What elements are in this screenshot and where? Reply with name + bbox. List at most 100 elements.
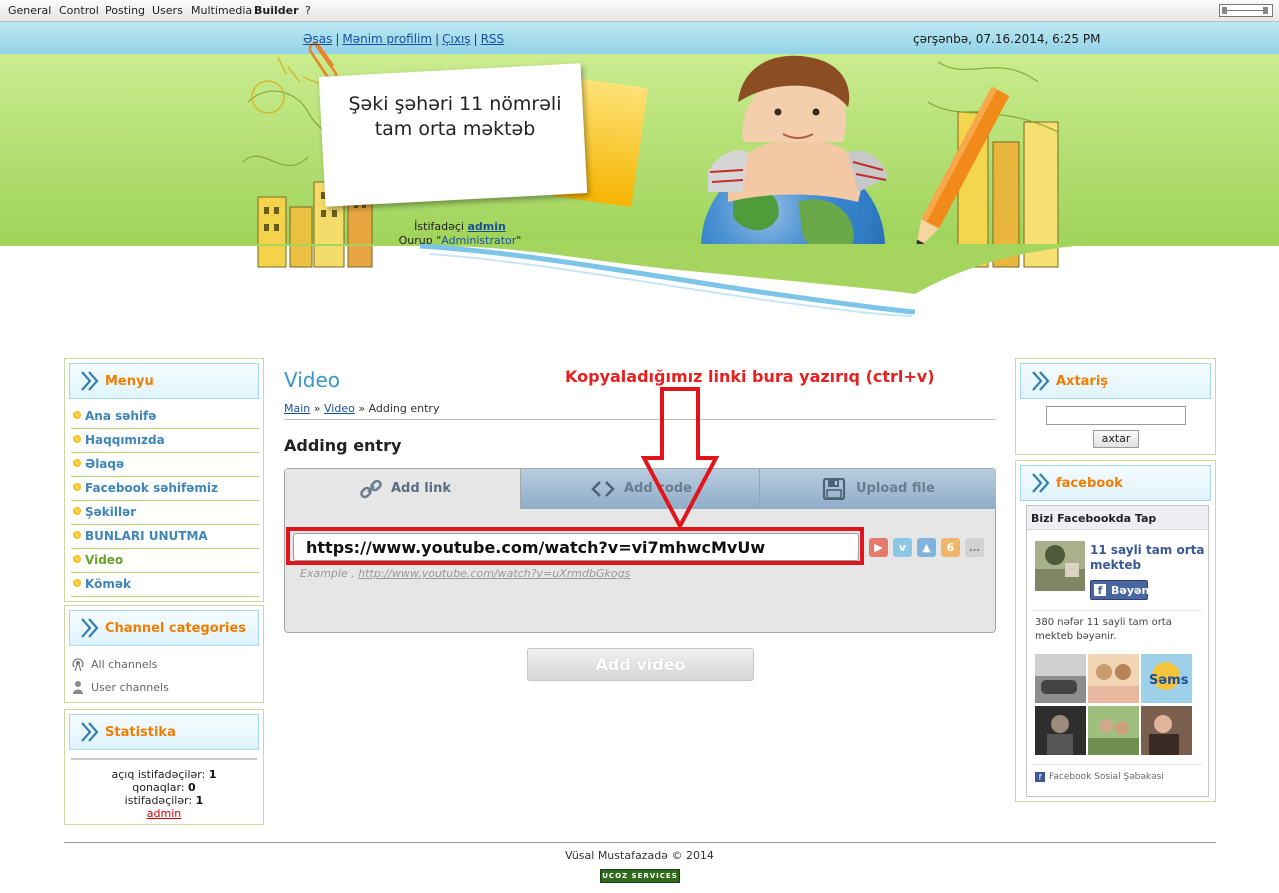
- menu-item-contact[interactable]: Əlaqə: [71, 453, 259, 477]
- bullet-icon: [73, 411, 81, 419]
- stat-users-label: istifadəçilər:: [124, 794, 193, 807]
- bullet-icon: [73, 555, 81, 563]
- breadcrumb-separator: »: [358, 402, 366, 415]
- ucoz-services-badge[interactable]: UCOZ SERVICES: [600, 869, 680, 883]
- breadcrumb-main-link[interactable]: Main: [284, 402, 310, 415]
- fan-photo[interactable]: [1141, 706, 1192, 755]
- fan-photo[interactable]: [1035, 654, 1086, 703]
- vimeo-icon[interactable]: v: [893, 538, 912, 557]
- bullet-icon: [73, 507, 81, 515]
- logout-link[interactable]: Çıxış: [442, 32, 470, 46]
- annotation-highlight-box: [286, 527, 864, 565]
- admin-menu-general[interactable]: General: [8, 4, 51, 17]
- menu-item-home[interactable]: Ana səhifə: [71, 405, 259, 429]
- my-profile-link[interactable]: Mənim profilim: [342, 32, 432, 46]
- stat-guests-value: 0: [188, 781, 196, 794]
- double-chevron-icon: [1032, 473, 1050, 493]
- tab-upload-file[interactable]: Upload file: [760, 469, 996, 509]
- fan-photo[interactable]: [1088, 654, 1139, 703]
- stats-divider: [71, 758, 257, 760]
- fb-like-button[interactable]: f Bəyən: [1090, 580, 1150, 600]
- menu-item-label: Şəkillər: [85, 505, 137, 519]
- breadcrumb-current: Adding entry: [368, 402, 440, 415]
- youtube-icon[interactable]: ▶: [869, 538, 888, 557]
- fb-divider: [1033, 764, 1202, 765]
- page-title: Video: [284, 368, 341, 392]
- admin-toolbar: General Control Posting Users Multimedia…: [0, 0, 1279, 22]
- url-example-prefix: Example ,: [300, 567, 355, 580]
- fb-footer[interactable]: f Facebook Sosial Şəbəkəsi: [1035, 772, 1164, 782]
- breadcrumb-video-link[interactable]: Video: [324, 402, 355, 415]
- menu-item-facebook[interactable]: Facebook səhifəmiz: [71, 477, 259, 501]
- channel-box-title: Channel categories: [105, 621, 247, 636]
- stat-guests-label: qonaqlar:: [132, 781, 185, 794]
- stats-box: Statistika açıq istifadəçilər: 1 qonaqla…: [64, 709, 264, 825]
- double-chevron-icon: [1032, 371, 1050, 391]
- annotation-arrow-icon: [640, 387, 720, 531]
- alarm-icon[interactable]: ▲: [917, 538, 936, 557]
- fb-divider: [1033, 610, 1202, 611]
- search-input[interactable]: [1046, 406, 1186, 425]
- more-icon[interactable]: …: [965, 538, 984, 557]
- menu-item-label: Video: [85, 553, 124, 567]
- channel-user-label: User channels: [91, 681, 169, 694]
- stats-box-title: Statistika: [105, 725, 176, 740]
- tab-add-link[interactable]: Add link: [285, 469, 521, 509]
- channel-all-label: All channels: [91, 658, 158, 671]
- header-date: çərşənbə, 07.16.2014, 6:25 PM: [913, 32, 1101, 46]
- search-box-header: Axtariş: [1020, 363, 1211, 399]
- menu-item-about[interactable]: Haqqımızda: [71, 429, 259, 453]
- double-chevron-icon: [81, 371, 99, 391]
- url-example-link[interactable]: http://www.youtube.com/watch?v=uXrmdbGko…: [358, 567, 630, 580]
- menu-item-dont-forget[interactable]: BUNLARI UNUTMA: [71, 525, 259, 549]
- fan-photo[interactable]: [1088, 706, 1139, 755]
- bullet-icon: [73, 579, 81, 587]
- admin-bar-toggle-icon[interactable]: [1219, 4, 1273, 17]
- admin-menu-builder[interactable]: Builder: [254, 4, 299, 17]
- fan-photo[interactable]: Səms: [1141, 654, 1192, 703]
- fan-photo[interactable]: [1035, 706, 1086, 755]
- fb-page-name[interactable]: 11 sayli tam orta mekteb: [1090, 543, 1208, 573]
- menu-item-video[interactable]: Video: [71, 549, 259, 573]
- rss-link[interactable]: RSS: [481, 32, 505, 46]
- menu-item-help[interactable]: Kömək: [71, 573, 259, 597]
- fb-widget-header: Bizi Facebookda Tap: [1027, 506, 1208, 530]
- breadcrumb-separator: »: [313, 402, 321, 415]
- stats-box-header: Statistika: [69, 714, 259, 750]
- code-icon: [591, 481, 615, 497]
- svg-text:Səms: Səms: [1149, 673, 1189, 688]
- admin-menu-posting[interactable]: Posting: [105, 4, 145, 17]
- admin-menu-help[interactable]: ?: [305, 4, 311, 17]
- search-button[interactable]: axtar: [1093, 430, 1139, 448]
- admin-menu-control[interactable]: Control: [59, 4, 99, 17]
- user-links: Əsas | Mənim profilim | Çıxış | RSS: [303, 32, 505, 46]
- channel-box-header: Channel categories: [69, 610, 259, 646]
- stat-open-users-label: açıq istifadəçilər:: [111, 768, 206, 781]
- stat-open-users-value: 1: [208, 768, 217, 781]
- broadcast-icon: [72, 658, 84, 671]
- menu-item-label: Kömək: [85, 577, 131, 591]
- header-wave: [0, 244, 1279, 317]
- bullet-icon: [73, 435, 81, 443]
- stat-users: istifadəçilər: 1: [69, 794, 259, 807]
- double-chevron-icon: [81, 722, 99, 742]
- fb-like-label: Bəyən: [1111, 584, 1150, 597]
- menu-item-photos[interactable]: Şəkillər: [71, 501, 259, 525]
- rutube-icon[interactable]: 6: [941, 538, 960, 557]
- tab-add-link-label: Add link: [391, 481, 452, 496]
- user-name-link[interactable]: admin: [467, 220, 505, 233]
- footer-divider: [64, 842, 1216, 843]
- stat-guests: qonaqlar: 0: [69, 781, 259, 794]
- online-user-link[interactable]: admin: [147, 807, 181, 820]
- admin-menu-users[interactable]: Users: [152, 4, 183, 17]
- menu-box-title: Menyu: [105, 374, 154, 389]
- section-heading: Adding entry: [284, 436, 402, 455]
- url-example: Example , http://www.youtube.com/watch?v…: [300, 567, 630, 580]
- admin-menu-multimedia[interactable]: Multimedia: [191, 4, 252, 17]
- fb-page-photo[interactable]: [1035, 541, 1085, 591]
- copyright: Vüsal Mustafazadə © 2014: [565, 849, 714, 862]
- menu-item-label: Əlaqə: [85, 457, 125, 471]
- breadcrumb: Main » Video » Adding entry: [284, 402, 439, 415]
- home-link[interactable]: Əsas: [303, 32, 332, 46]
- add-video-button[interactable]: Add video: [527, 648, 754, 681]
